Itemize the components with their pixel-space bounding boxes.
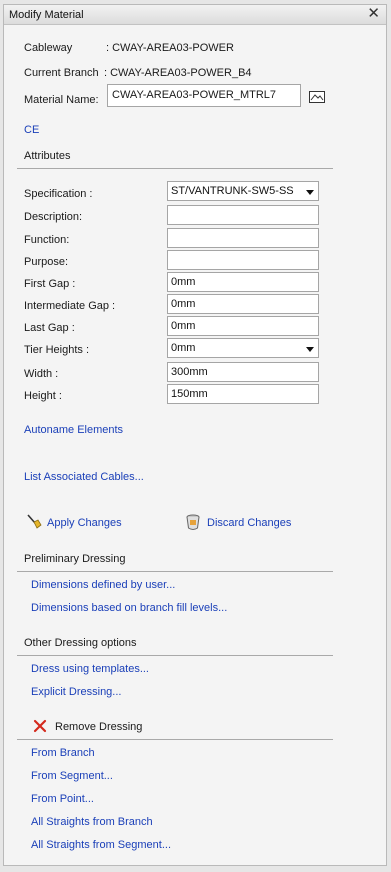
first-gap-input[interactable]: 0mm	[167, 272, 319, 292]
width-label: Width :	[24, 368, 59, 380]
purpose-input[interactable]	[167, 250, 319, 270]
material-name-label: Material Name:	[24, 94, 99, 106]
ce-link[interactable]: CE	[24, 124, 39, 136]
preliminary-dressing-header: Preliminary Dressing	[24, 553, 126, 565]
apply-brush-icon	[27, 514, 42, 529]
description-input[interactable]	[167, 205, 319, 225]
attributes-header: Attributes	[24, 150, 71, 162]
remove-divider	[17, 739, 333, 740]
specification-label: Specification :	[24, 188, 93, 200]
attributes-divider	[17, 168, 333, 169]
picture-icon[interactable]	[309, 91, 325, 106]
all-straights-segment-link[interactable]: All Straights from Segment...	[31, 839, 171, 851]
dims-by-user-link[interactable]: Dimensions defined by user...	[31, 579, 175, 591]
autoname-elements-link[interactable]: Autoname Elements	[24, 424, 123, 436]
discard-changes-label: Discard Changes	[207, 517, 292, 529]
from-segment-link[interactable]: From Segment...	[31, 770, 113, 782]
apply-changes-label: Apply Changes	[47, 517, 122, 529]
intermediate-gap-label: Intermediate Gap :	[24, 300, 116, 312]
last-gap-label: Last Gap :	[24, 322, 75, 334]
chevron-down-icon	[306, 347, 314, 352]
tier-heights-select[interactable]: 0mm	[167, 338, 319, 358]
from-branch-link[interactable]: From Branch	[31, 747, 95, 759]
current-branch-label: Current Branch	[24, 67, 99, 79]
title-bar: Modify Material ✕	[4, 5, 386, 25]
last-gap-input[interactable]: 0mm	[167, 316, 319, 336]
cableway-label: Cableway	[24, 42, 73, 54]
function-label: Function:	[24, 234, 70, 246]
purpose-label: Purpose:	[24, 256, 69, 268]
preliminary-divider	[17, 571, 333, 572]
intermediate-gap-input[interactable]: 0mm	[167, 294, 319, 314]
red-x-icon	[33, 719, 47, 733]
tier-heights-label: Tier Heights :	[24, 344, 90, 356]
first-gap-label: First Gap :	[24, 278, 76, 290]
width-input[interactable]: 300mm	[167, 362, 319, 382]
function-input[interactable]	[167, 228, 319, 248]
height-input[interactable]: 150mm	[167, 384, 319, 404]
cableway-value: : CWAY-AREA03-POWER	[106, 42, 234, 54]
trash-icon	[186, 514, 200, 530]
from-point-link[interactable]: From Point...	[31, 793, 94, 805]
list-associated-cables-link[interactable]: List Associated Cables...	[24, 471, 144, 483]
close-icon[interactable]: ✕	[367, 6, 380, 22]
description-label: Description:	[24, 211, 83, 223]
dims-by-fill-link[interactable]: Dimensions based on branch fill levels..…	[31, 602, 227, 614]
dress-templates-link[interactable]: Dress using templates...	[31, 663, 149, 675]
specification-select[interactable]: ST/VANTRUNK-SW5-SS	[167, 181, 319, 201]
chevron-down-icon	[306, 190, 314, 195]
all-straights-branch-link[interactable]: All Straights from Branch	[31, 816, 153, 828]
current-branch-value: : CWAY-AREA03-POWER_B4	[104, 67, 252, 79]
material-name-input[interactable]: CWAY-AREA03-POWER_MTRL7	[107, 84, 301, 107]
remove-dressing-label: Remove Dressing	[55, 721, 143, 733]
height-label: Height :	[24, 390, 62, 402]
other-divider	[17, 655, 333, 656]
window-title: Modify Material	[9, 9, 84, 21]
tier-heights-value: 0mm	[171, 342, 196, 354]
explicit-dressing-link[interactable]: Explicit Dressing...	[31, 686, 121, 698]
other-dressing-header: Other Dressing options	[24, 637, 137, 649]
specification-value: ST/VANTRUNK-SW5-SS	[171, 185, 294, 197]
